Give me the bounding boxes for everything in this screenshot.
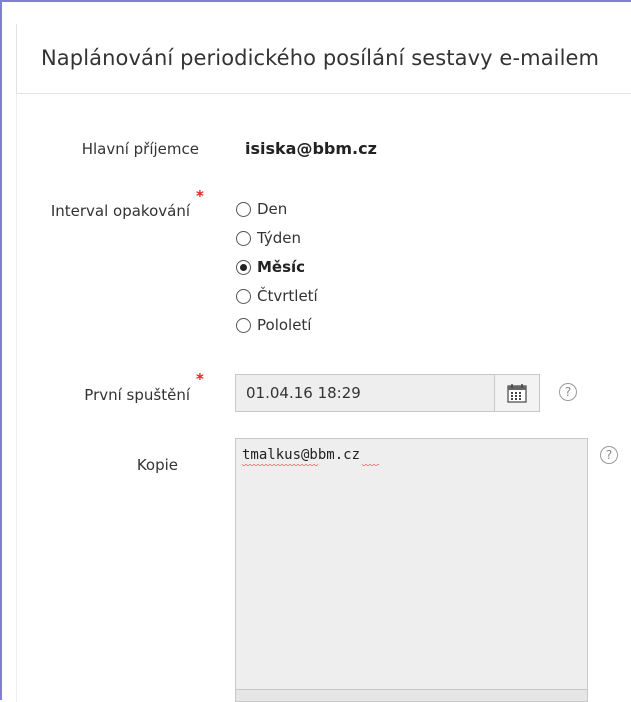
interval-option[interactable]: Čtvrtletí: [236, 285, 318, 307]
calendar-icon: [507, 384, 527, 403]
copy-help-icon[interactable]: ?: [600, 446, 618, 464]
interval-option[interactable]: Den: [236, 198, 287, 220]
copy-textarea-footer: [235, 690, 588, 702]
interval-option-label: Pololetí: [257, 316, 312, 334]
dialog-header: Naplánování periodického posílání sestav…: [16, 24, 631, 94]
copy-textarea[interactable]: [235, 438, 588, 690]
dialog-title: Naplánování periodického posílání sestav…: [41, 46, 600, 70]
interval-option[interactable]: Pololetí: [236, 314, 311, 336]
recipient-label: Hlavní příjemce: [81, 140, 199, 158]
interval-label: Interval opakování: [50, 202, 190, 220]
app-frame: Naplánování periodického posílání sestav…: [0, 0, 631, 702]
radio-icon[interactable]: [236, 230, 251, 246]
spellcheck-underline: [362, 464, 379, 467]
interval-option[interactable]: Měsíc: [236, 256, 305, 278]
first-run-input[interactable]: 01.04.16 18:29: [235, 374, 495, 412]
radio-icon[interactable]: [236, 201, 251, 217]
spellcheck-underline: [242, 464, 318, 467]
interval-required-marker: *: [196, 187, 204, 205]
interval-option-label: Čtvrtletí: [257, 287, 318, 305]
first-run-required-marker: *: [196, 370, 204, 388]
recipient-value: isiska@bbm.cz: [245, 139, 377, 158]
copy-label: Kopie: [136, 456, 178, 474]
radio-icon[interactable]: [236, 317, 251, 333]
interval-option[interactable]: Týden: [236, 227, 301, 249]
radio-checked-icon[interactable]: [236, 259, 251, 275]
first-run-help-icon[interactable]: ?: [559, 383, 577, 401]
interval-option-label: Měsíc: [257, 258, 306, 276]
content-left-border: [16, 94, 17, 702]
radio-icon[interactable]: [236, 288, 251, 304]
first-run-label: První spuštění: [84, 386, 190, 404]
interval-option-label: Den: [257, 200, 288, 218]
interval-option-label: Týden: [257, 229, 301, 247]
calendar-button[interactable]: [495, 374, 540, 412]
